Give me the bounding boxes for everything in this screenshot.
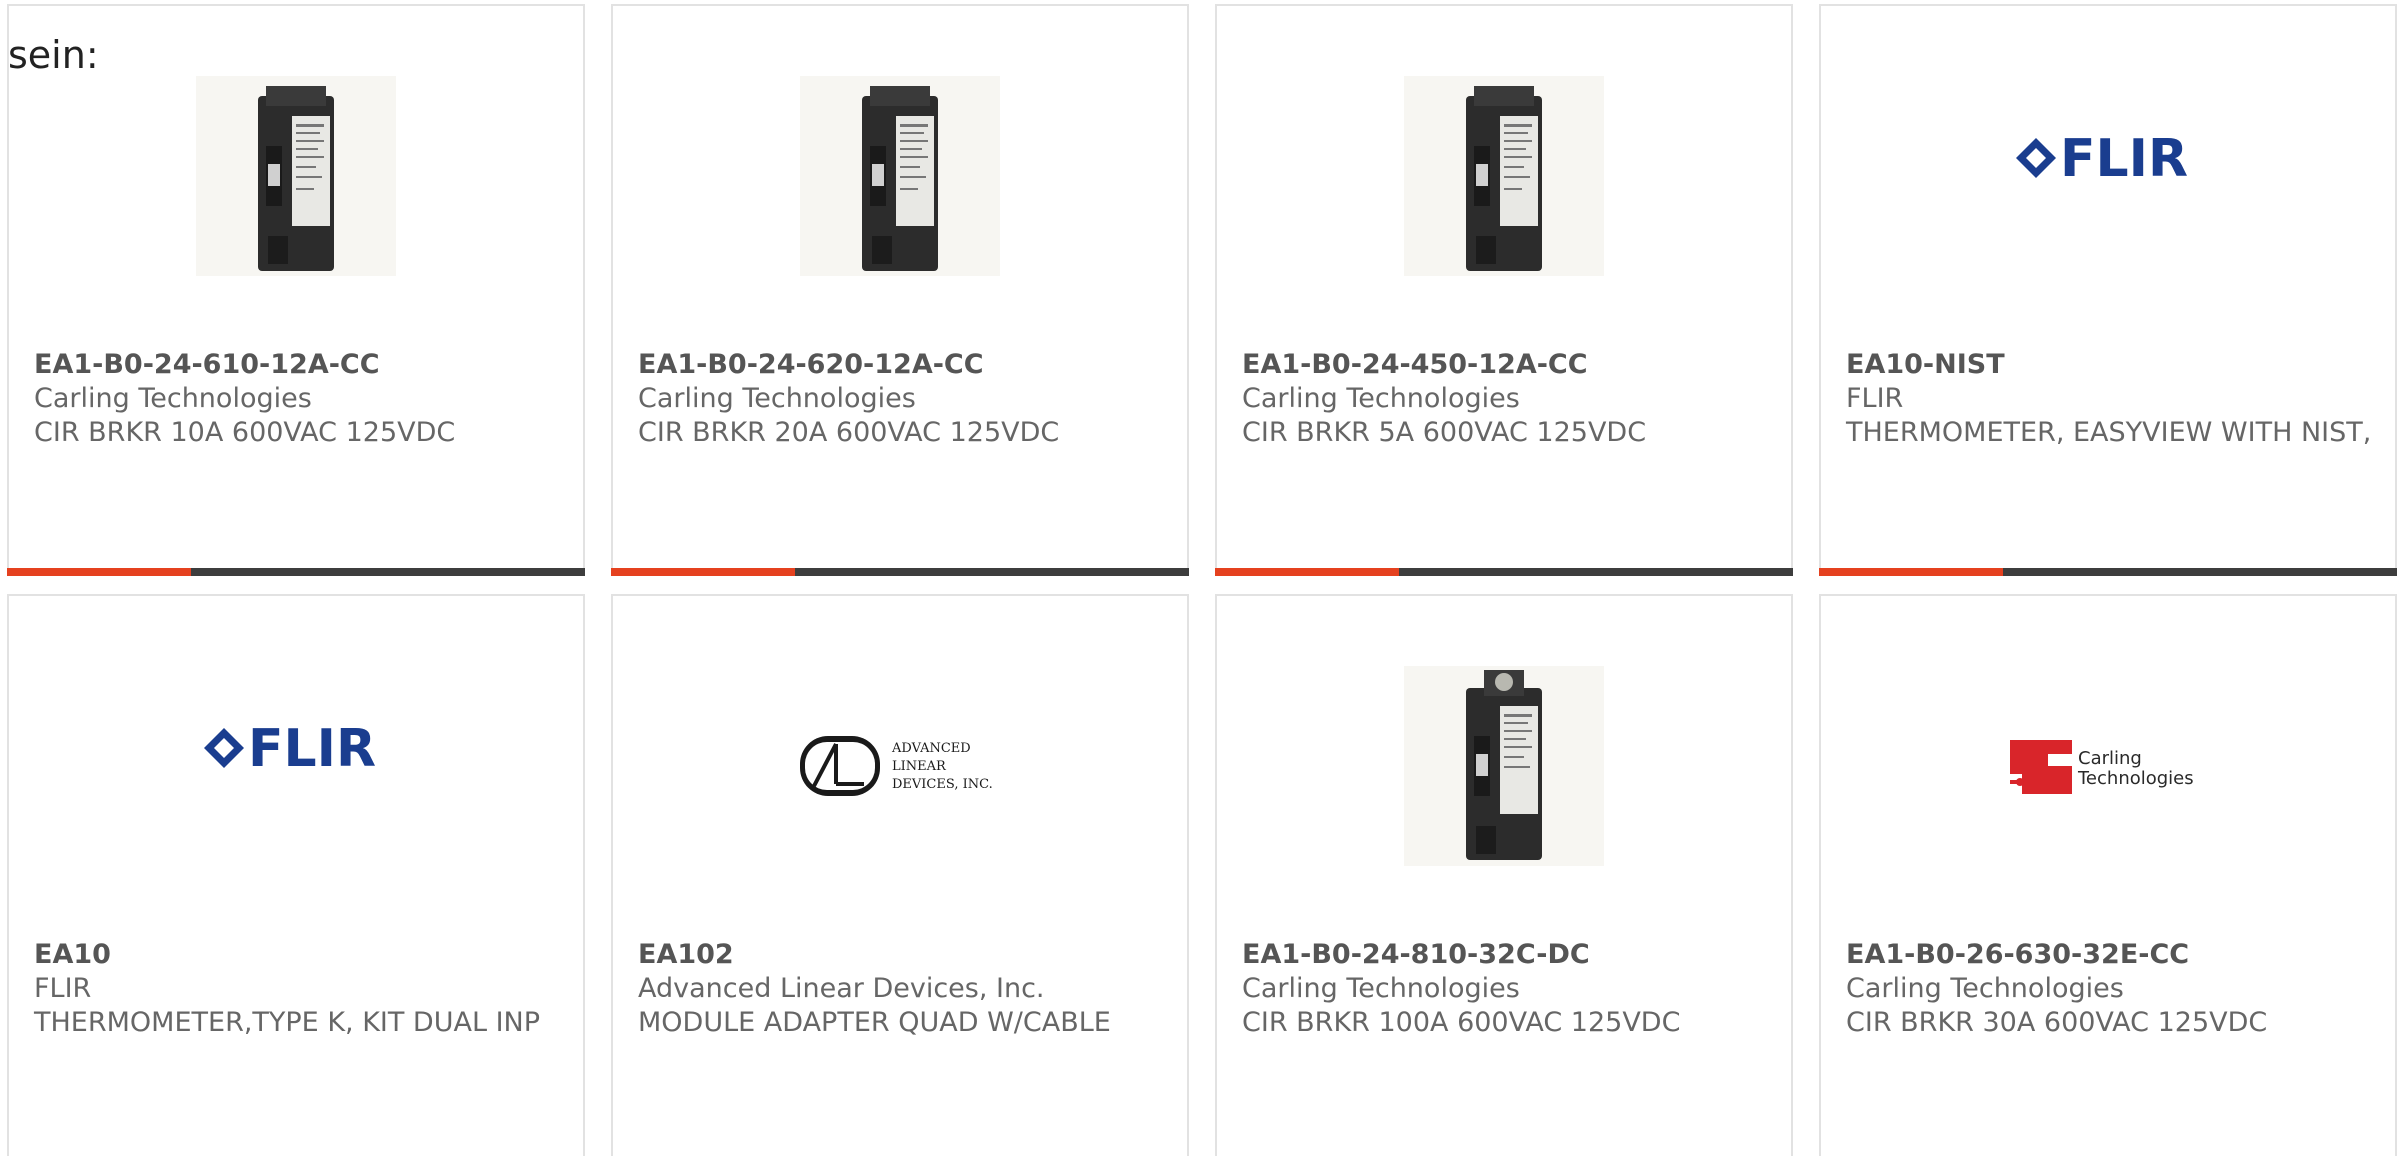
- description: THERMOMETER,TYPE K, KIT DUAL INP: [34, 1007, 541, 1038]
- card-accent-bar: [1819, 568, 2003, 576]
- product-info: EA1-B0-26-630-32E-CC Carling Technologie…: [1846, 938, 2375, 1040]
- carling-logo-line: Carling: [2078, 748, 2142, 769]
- part-number-link[interactable]: EA10: [34, 938, 563, 972]
- product-card[interactable]: FLIR EA10-NIST FLIR THERMOMETER, EASYVIE…: [1819, 4, 2397, 576]
- description: CIR BRKR 30A 600VAC 125VDC: [1846, 1007, 2268, 1038]
- ald-logo-image[interactable]: ADVANCED LINEAR DEVICES, INC.: [800, 666, 1000, 866]
- part-number-link[interactable]: EA10-NIST: [1846, 348, 2375, 382]
- description: CIR BRKR 100A 600VAC 125VDC: [1242, 1007, 1681, 1038]
- product-info: EA10-NIST FLIR THERMOMETER, EASYVIEW WIT…: [1846, 348, 2375, 450]
- product-card[interactable]: Carling Technologies EA1-B0-26-630-32E-C…: [1819, 594, 2397, 1156]
- flir-logo-text: FLIR: [248, 719, 376, 779]
- product-info: EA1-B0-24-450-12A-CC Carling Technologie…: [1242, 348, 1771, 450]
- manufacturer: Carling Technologies: [34, 383, 312, 414]
- flir-logo-text: FLIR: [2060, 129, 2188, 189]
- description: CIR BRKR 5A 600VAC 125VDC: [1242, 417, 1647, 448]
- product-info: EA1-B0-24-620-12A-CC Carling Technologie…: [638, 348, 1167, 450]
- flir-logo-image[interactable]: FLIR: [196, 666, 396, 866]
- manufacturer: Carling Technologies: [1242, 383, 1520, 414]
- product-card[interactable]: ADVANCED LINEAR DEVICES, INC. EA102 Adva…: [611, 594, 1189, 1156]
- product-card[interactable]: EA1-B0-24-610-12A-CC Carling Technologie…: [7, 4, 585, 576]
- card-bottom-bar: [611, 568, 1189, 576]
- manufacturer: FLIR: [1846, 383, 1904, 414]
- part-number-link[interactable]: EA1-B0-24-610-12A-CC: [34, 348, 563, 382]
- card-bottom-bar: [1215, 568, 1793, 576]
- product-card[interactable]: EA1-B0-24-450-12A-CC Carling Technologie…: [1215, 4, 1793, 576]
- product-listing-page: sein: EA1-B0-24-610-12A-CC Carling Techn…: [0, 0, 2400, 1156]
- carling-logo-line: Technologies: [2077, 768, 2194, 789]
- manufacturer: Carling Technologies: [1242, 973, 1520, 1004]
- description: THERMOMETER, EASYVIEW WITH NIST,: [1846, 417, 2372, 448]
- ald-logo-line: LINEAR: [892, 759, 947, 774]
- circuit-breaker-image[interactable]: [1404, 666, 1604, 866]
- manufacturer: Carling Technologies: [1846, 973, 2124, 1004]
- description: CIR BRKR 10A 600VAC 125VDC: [34, 417, 456, 448]
- product-info: EA102 Advanced Linear Devices, Inc. MODU…: [638, 938, 1167, 1040]
- ald-logo-line: ADVANCED: [891, 741, 971, 756]
- part-number-link[interactable]: EA1-B0-24-450-12A-CC: [1242, 348, 1771, 382]
- description: MODULE ADAPTER QUAD W/CABLE: [638, 1007, 1111, 1038]
- intro-text: sein:: [8, 33, 99, 77]
- manufacturer: FLIR: [34, 973, 92, 1004]
- product-info: EA1-B0-24-810-32C-DC Carling Technologie…: [1242, 938, 1771, 1040]
- circuit-breaker-image[interactable]: [800, 76, 1000, 276]
- carling-logo-image[interactable]: Carling Technologies: [2008, 666, 2208, 866]
- card-bottom-bar: [7, 568, 585, 576]
- product-info: EA1-B0-24-610-12A-CC Carling Technologie…: [34, 348, 563, 450]
- manufacturer: Carling Technologies: [638, 383, 916, 414]
- product-card[interactable]: EA1-B0-24-620-12A-CC Carling Technologie…: [611, 4, 1189, 576]
- product-info: EA10 FLIR THERMOMETER,TYPE K, KIT DUAL I…: [34, 938, 563, 1040]
- part-number-link[interactable]: EA1-B0-24-620-12A-CC: [638, 348, 1167, 382]
- card-accent-bar: [1215, 568, 1399, 576]
- part-number-link[interactable]: EA1-B0-26-630-32E-CC: [1846, 938, 2375, 972]
- flir-logo-image[interactable]: FLIR: [2008, 76, 2208, 276]
- circuit-breaker-image[interactable]: [1404, 76, 1604, 276]
- product-card[interactable]: FLIR EA10 FLIR THERMOMETER,TYPE K, KIT D…: [7, 594, 585, 1156]
- part-number-link[interactable]: EA1-B0-24-810-32C-DC: [1242, 938, 1771, 972]
- card-accent-bar: [7, 568, 191, 576]
- circuit-breaker-image[interactable]: [196, 76, 396, 276]
- part-number-link[interactable]: EA102: [638, 938, 1167, 972]
- card-accent-bar: [611, 568, 795, 576]
- description: CIR BRKR 20A 600VAC 125VDC: [638, 417, 1060, 448]
- product-grid: EA1-B0-24-610-12A-CC Carling Technologie…: [0, 0, 2400, 1156]
- card-bottom-bar: [1819, 568, 2397, 576]
- ald-logo-line: DEVICES, INC.: [892, 777, 993, 792]
- product-card[interactable]: EA1-B0-24-810-32C-DC Carling Technologie…: [1215, 594, 1793, 1156]
- manufacturer: Advanced Linear Devices, Inc.: [638, 973, 1045, 1004]
